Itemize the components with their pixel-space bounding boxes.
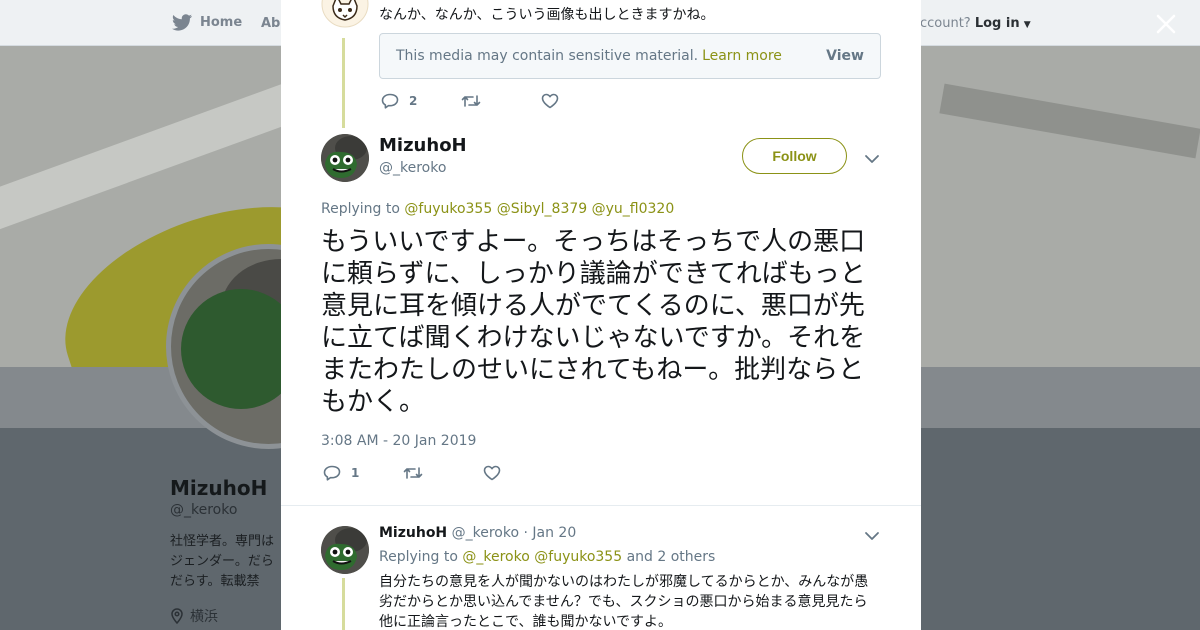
- mention-link[interactable]: @yu_fl0320: [592, 201, 675, 217]
- reply-author-name[interactable]: MizuhoH: [379, 525, 447, 541]
- tweet-modal: なんか、なんか、こういう画像も出しときますかね。 This media may …: [281, 0, 921, 630]
- reply-tweet-header: MizuhoH @_keroko · Jan 20: [379, 525, 576, 541]
- replying-to-label: Replying to: [379, 549, 458, 565]
- mention-link[interactable]: @_keroko: [462, 549, 529, 565]
- main-tweet-actions: 1: [323, 465, 563, 481]
- mention-link[interactable]: @Sibyl_8379: [497, 201, 587, 217]
- twitter-bird-icon: [172, 14, 192, 31]
- location-pin-icon: [171, 608, 183, 624]
- thread-line: [342, 578, 345, 630]
- reply-count: 1: [351, 466, 360, 480]
- thread-line: [342, 38, 345, 128]
- replying-to-label: Replying to: [321, 201, 400, 217]
- mention-link[interactable]: @fuyuko355: [534, 549, 622, 565]
- replying-to: Replying to @_keroko @fuyuko355 and 2 ot…: [379, 549, 715, 565]
- previous-tweet-actions: 2: [381, 93, 621, 109]
- tweet-text: もういいですよー。そっちはそっちで人の悪口に頼らずに、しっかり議論ができてればも…: [321, 227, 866, 417]
- tweet-author-name[interactable]: MizuhoH: [379, 135, 467, 156]
- reply-button[interactable]: 1: [323, 465, 403, 481]
- like-button[interactable]: [483, 465, 563, 481]
- nav-login[interactable]: account? Log in ▼: [912, 16, 1031, 31]
- retweet-button[interactable]: [403, 465, 483, 481]
- reply-icon: [323, 465, 341, 481]
- reply-author-handle[interactable]: @_keroko: [452, 525, 519, 541]
- tweet-timestamp[interactable]: 3:08 AM - 20 Jan 2019: [321, 433, 476, 449]
- tweet-menu-button[interactable]: [864, 150, 880, 169]
- chevron-down-icon: [865, 532, 879, 540]
- avatar[interactable]: [321, 134, 369, 182]
- profile-location: 横浜: [170, 606, 218, 626]
- tweet-author-handle[interactable]: @_keroko: [379, 160, 446, 176]
- retweet-button[interactable]: [461, 93, 541, 109]
- avatar[interactable]: [321, 0, 369, 28]
- replying-to: Replying to @fuyuko355 @Sibyl_8379 @yu_f…: [321, 201, 674, 217]
- profile-handle: @_keroko: [170, 502, 238, 518]
- reply-date[interactable]: · Jan 20: [523, 525, 576, 541]
- chevron-down-icon: ▼: [1023, 20, 1031, 30]
- previous-tweet-text: なんか、なんか、こういう画像も出しときますかね。: [379, 7, 715, 23]
- reply-button[interactable]: 2: [381, 93, 461, 109]
- location-text: 横浜: [190, 609, 218, 625]
- tweet-menu-button[interactable]: [864, 527, 880, 546]
- retweet-icon: [461, 95, 481, 107]
- learn-more-link[interactable]: Learn more: [702, 48, 782, 64]
- sensitive-media-notice: This media may contain sensitive materia…: [379, 33, 881, 79]
- heart-icon: [541, 93, 559, 109]
- heart-icon: [483, 465, 501, 481]
- avatar[interactable]: [321, 526, 369, 574]
- nav-home-link[interactable]: Home: [172, 14, 242, 31]
- profile-name: MizuhoH: [170, 476, 268, 500]
- mention-link[interactable]: @fuyuko355: [404, 201, 492, 217]
- divider: [281, 505, 921, 506]
- view-media-button[interactable]: View: [826, 48, 864, 64]
- nav-home-label: Home: [200, 15, 243, 30]
- reply-count: 2: [409, 94, 418, 108]
- others-link[interactable]: and 2 others: [627, 549, 716, 565]
- reply-icon: [381, 93, 399, 109]
- login-link[interactable]: Log in: [975, 16, 1020, 31]
- follow-button[interactable]: Follow: [742, 138, 847, 174]
- close-button[interactable]: [1152, 10, 1180, 38]
- close-icon: [1156, 14, 1176, 34]
- profile-bio: 社怪学者。専門はジェンダー。だらだらす。転載禁止。: [170, 534, 275, 589]
- reply-tweet-text: 自分たちの意見を人が聞かないのはわたしが邪魔してるからとか、みんなが愚劣だからと…: [379, 574, 869, 630]
- retweet-icon: [403, 467, 423, 479]
- like-button[interactable]: [541, 93, 621, 109]
- chevron-down-icon: [865, 155, 879, 163]
- sensitive-notice-text: This media may contain sensitive materia…: [396, 48, 699, 64]
